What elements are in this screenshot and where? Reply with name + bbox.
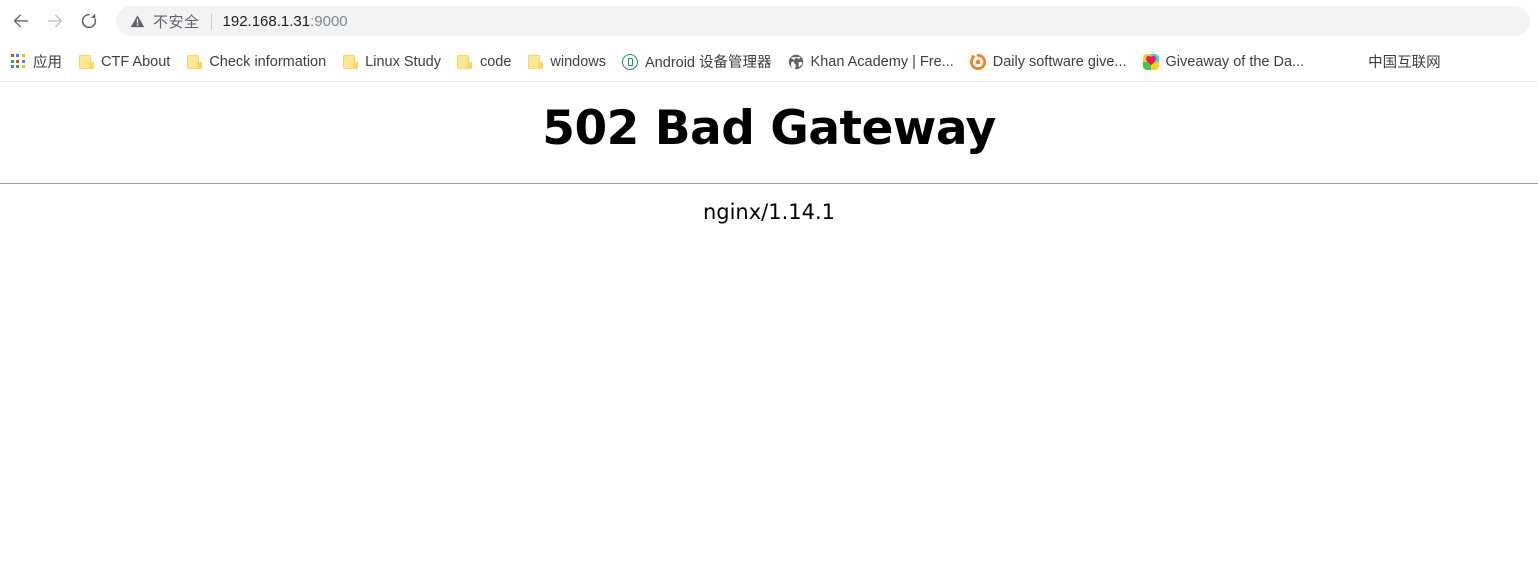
browser-window: 不安全 192.168.1.31:9000 应用 CTF About Check… [0, 0, 1538, 582]
bookmark-giveaway-of-the-day[interactable]: Giveaway of the Da... [1135, 48, 1313, 76]
bookmark-label: 中国互联网 [1368, 55, 1441, 71]
forward-button[interactable] [38, 4, 72, 38]
back-button[interactable] [4, 4, 38, 38]
bookmark-linux-study[interactable]: Linux Study [334, 48, 449, 76]
bookmark-china-internet[interactable]: 中国互联网 [1360, 48, 1441, 76]
error-title: 502 Bad Gateway [542, 101, 996, 156]
bookmark-label: 应用 [33, 55, 62, 71]
address-bar[interactable]: 不安全 192.168.1.31:9000 [116, 6, 1530, 36]
url-host: 192.168.1.31 [222, 12, 311, 30]
bookmark-android-device-manager[interactable]: Android 设备管理器 [614, 48, 780, 76]
bookmark-label: Giveaway of the Da... [1165, 53, 1305, 70]
back-arrow-icon [11, 11, 31, 31]
apps-grid-icon [10, 54, 26, 70]
bookmark-label: CTF About [101, 53, 171, 70]
url-port: :9000 [310, 12, 348, 30]
omnibox-divider [210, 12, 212, 30]
bookmark-label: Linux Study [365, 53, 441, 70]
folder-icon [186, 54, 202, 70]
bookmark-check-information[interactable]: Check information [178, 48, 334, 76]
bookmark-label: Khan Academy | Fre... [810, 53, 954, 70]
reload-button[interactable] [72, 4, 106, 38]
bookmark-label: Daily software give... [992, 53, 1127, 70]
folder-icon [342, 54, 358, 70]
bookmark-label: windows [550, 53, 607, 70]
bookmark-label: Check information [209, 53, 327, 70]
android-device-icon [622, 53, 639, 70]
bookmark-ctf-about[interactable]: CTF About [70, 48, 178, 76]
bookmark-label: Android 设备管理器 [645, 55, 772, 71]
page-content: 502 Bad Gateway nginx/1.14.1 [0, 82, 1538, 582]
bookmark-code[interactable]: code [449, 48, 519, 76]
bookmarks-bar: 应用 CTF About Check information Linux Stu… [0, 42, 1538, 82]
bookmark-label: code [479, 53, 512, 70]
globe-icon [788, 54, 804, 70]
bookmark-apps[interactable]: 应用 [2, 48, 70, 76]
folder-icon [78, 54, 94, 70]
folder-icon [457, 54, 473, 70]
not-secure-warning-icon[interactable] [130, 14, 145, 29]
bookmark-daily-software-giveaway[interactable]: Daily software give... [962, 48, 1135, 76]
browser-toolbar: 不安全 192.168.1.31:9000 [0, 0, 1538, 42]
reload-icon [79, 11, 99, 31]
bookmark-windows[interactable]: windows [519, 48, 614, 76]
bookmark-khan-academy[interactable]: Khan Academy | Fre... [780, 48, 962, 76]
forward-arrow-icon [45, 11, 65, 31]
orange-refresh-icon [969, 53, 986, 70]
server-signature: nginx/1.14.1 [702, 200, 836, 225]
giveaway-heart-icon [1142, 53, 1159, 70]
folder-icon [527, 54, 543, 70]
not-secure-label: 不安全 [153, 13, 200, 31]
url-text: 192.168.1.31:9000 [223, 13, 348, 30]
